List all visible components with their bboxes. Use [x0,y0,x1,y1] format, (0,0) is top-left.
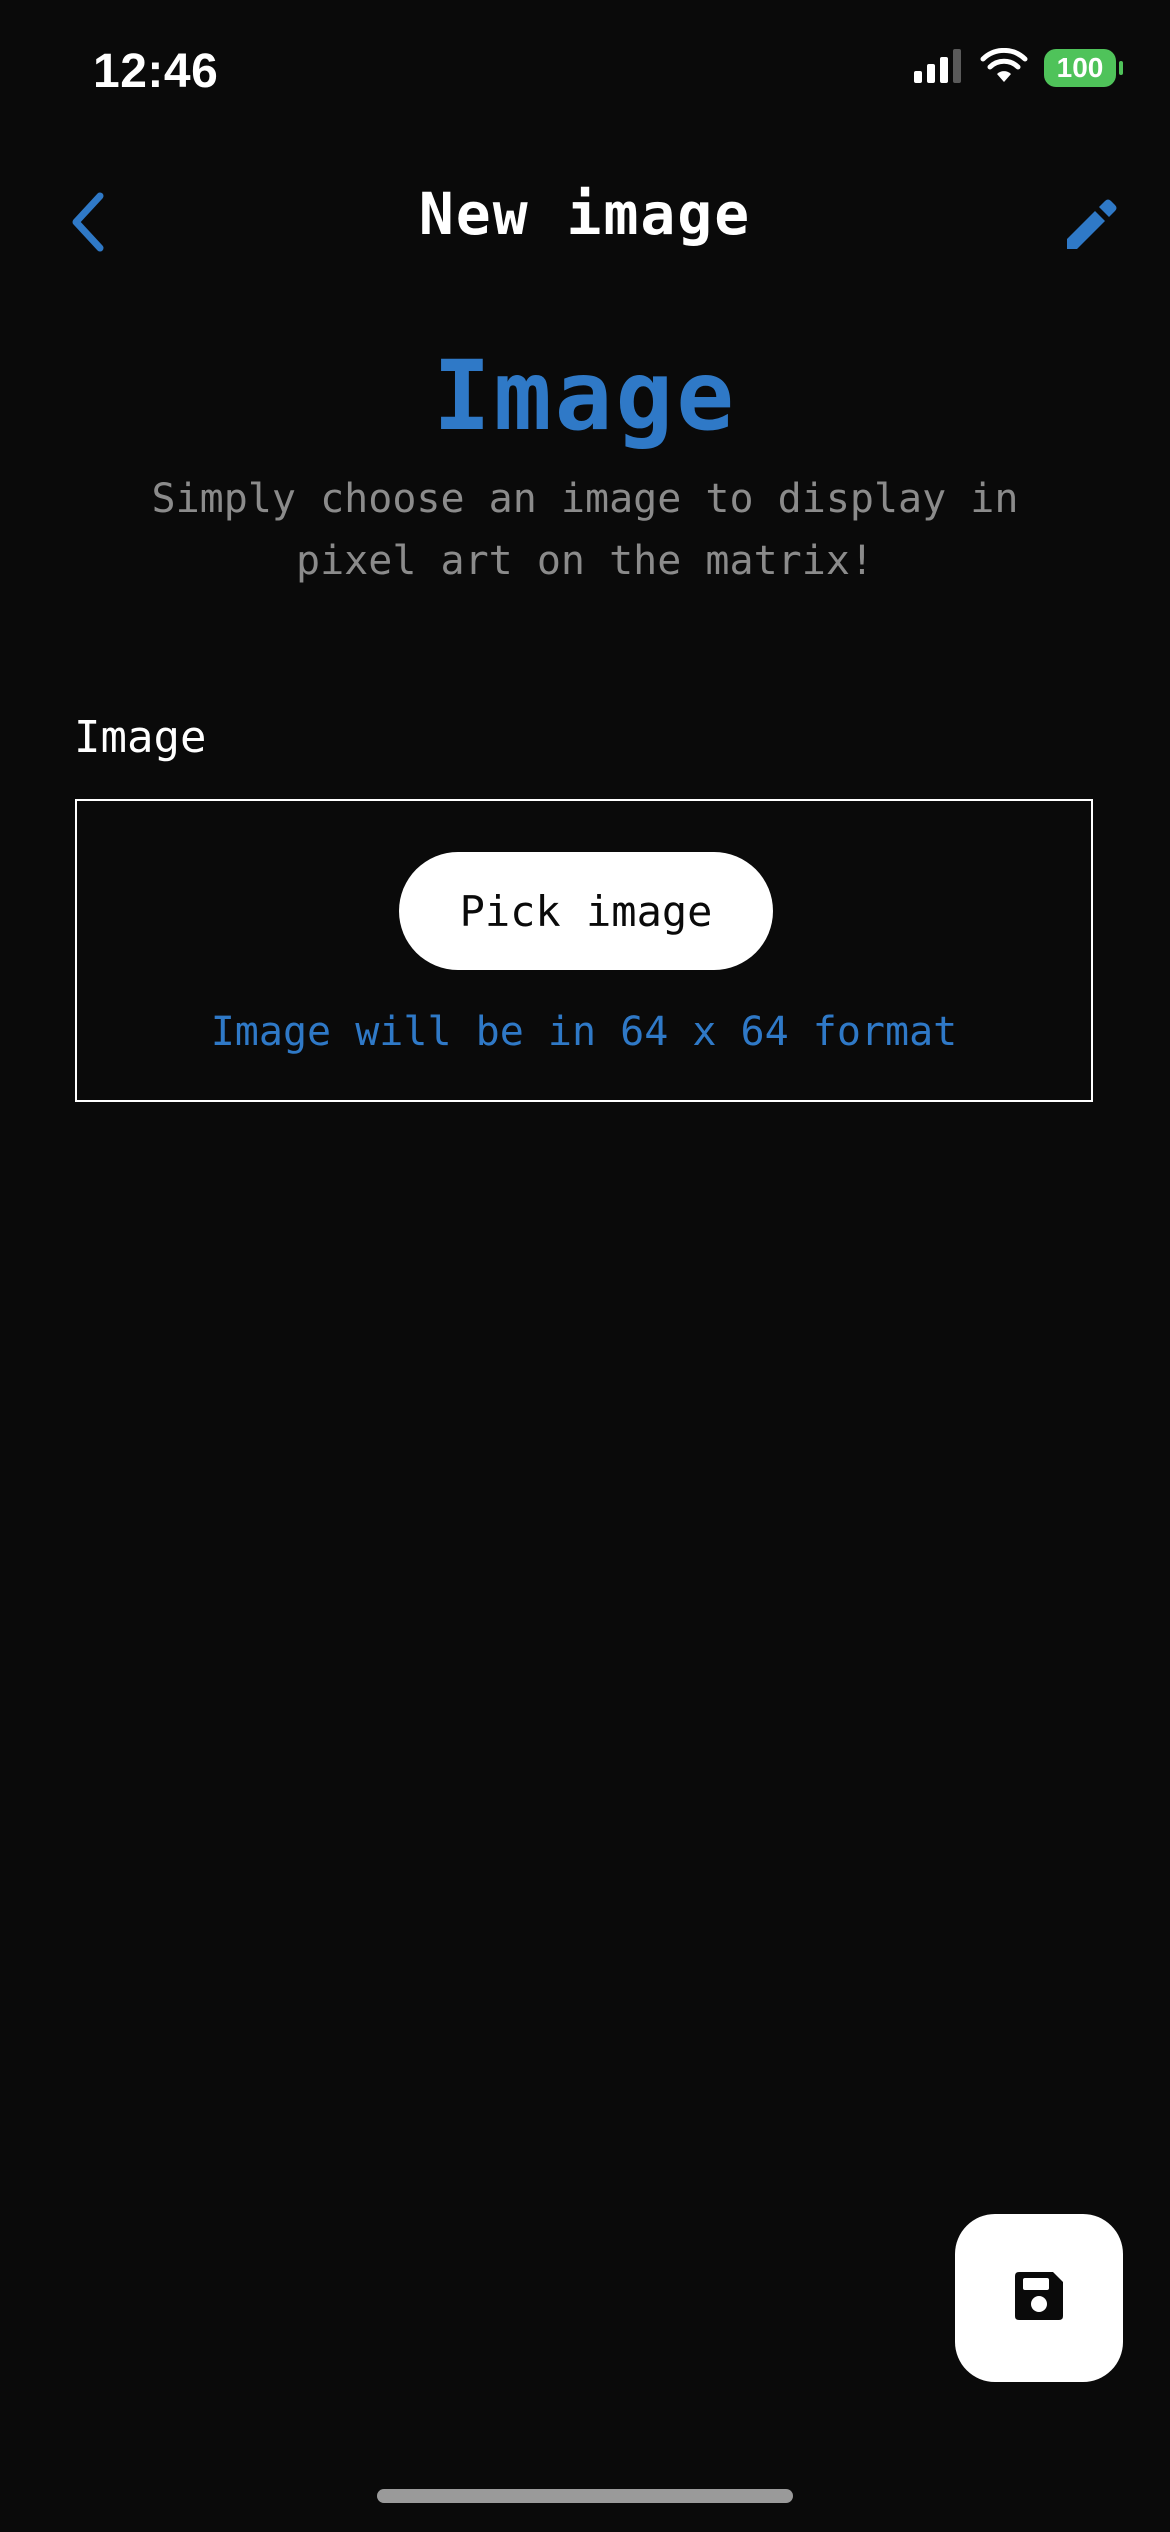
save-button[interactable] [955,2214,1123,2382]
status-icons: 100 [914,47,1123,88]
pencil-icon [1059,195,1119,259]
image-section-label: Image [74,712,207,763]
pick-image-button[interactable]: Pick image [399,852,773,970]
save-icon [1009,2266,1069,2330]
edit-button[interactable] [1050,188,1128,266]
image-picker-box: Pick image Image will be in 64 x 64 form… [75,799,1093,1102]
home-indicator [377,2489,793,2503]
wifi-icon [980,47,1028,88]
hero-title: Image [433,340,737,452]
hero-subtitle: Simply choose an image to display in pix… [151,476,1019,584]
status-time: 12:46 [93,45,219,98]
image-format-hint: Image will be in 64 x 64 format [210,1009,958,1055]
battery-icon: 100 [1044,49,1123,87]
page-title: New image [418,180,752,248]
cellular-signal-icon [914,49,964,87]
